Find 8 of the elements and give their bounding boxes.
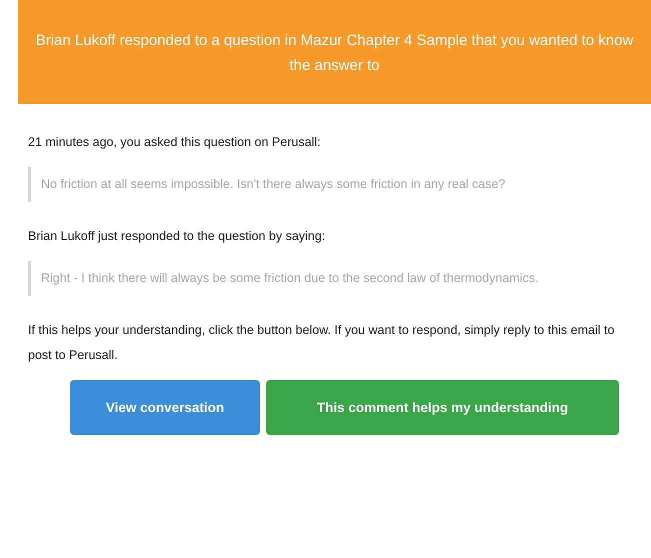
message-text: If this helps your understanding, click the button below. If you want to respond, simply reply to this email to post to Perusall. [28,322,616,364]
quoted-text: No friction at all seems impossible. Isn't there always some friction in any real case? [28,167,639,202]
view-conversation-button[interactable]: View conversation [70,380,260,435]
email-header: Brian Lukoff responded to a question in Mazur Chapter 4 Sample that you wanted to know the answer to [18,0,651,104]
message-text: 21 minutes ago, you asked this question on Perusall: [28,134,322,151]
message-text: Brian Lukoff just responded to the question by saying: [28,228,326,245]
helpful-button[interactable]: This comment helps my understanding [266,380,619,435]
quoted-text: Right - I think there will always be some friction due to the second law of thermodynamics. [28,261,639,296]
